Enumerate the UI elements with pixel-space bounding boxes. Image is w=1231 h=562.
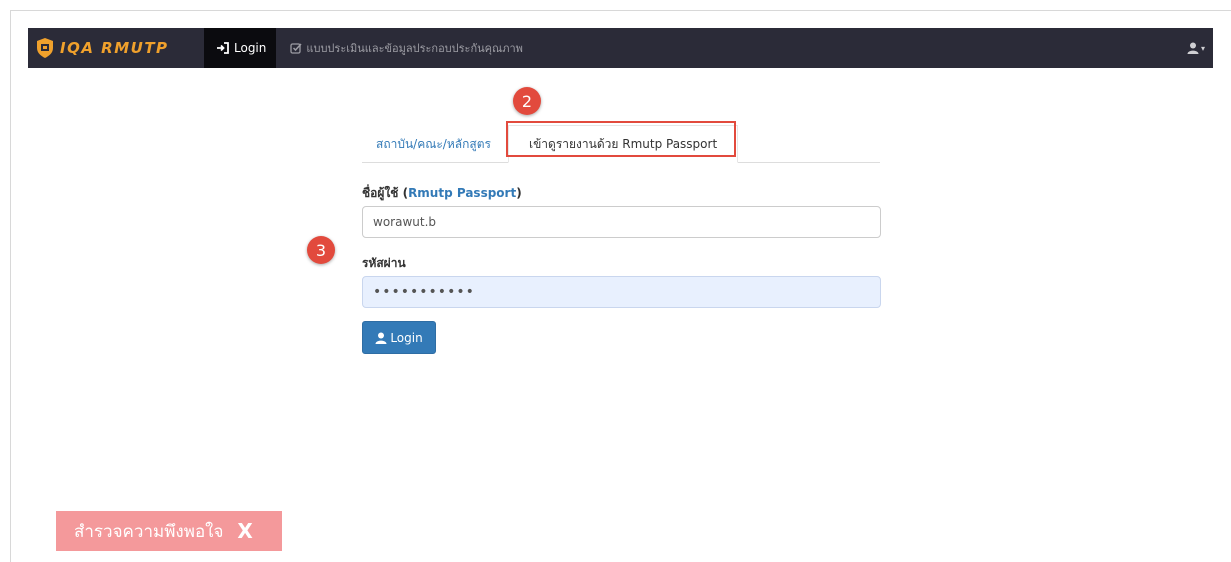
step-3-badge: 3	[307, 236, 335, 264]
tab-institution[interactable]: สถาบัน/คณะ/หลักสูตร	[376, 135, 491, 154]
username-label: ชื่อผู้ใช้ (Rmutp Passport)	[362, 184, 522, 203]
login-tabs: สถาบัน/คณะ/หลักสูตร เข้าดูรายงานด้วย Rmu…	[362, 125, 880, 163]
username-label-suffix: )	[516, 186, 522, 200]
login-button[interactable]: Login	[362, 321, 436, 354]
brand-name: IQA RMUTP	[60, 39, 169, 57]
sign-in-icon	[217, 42, 229, 54]
username-label-prefix: ชื่อผู้ใช้ (	[362, 186, 409, 200]
satisfaction-survey-bar[interactable]: สำรวจความพึงพอใจ X	[56, 511, 282, 551]
username-input[interactable]: worawut.b	[362, 206, 881, 238]
user-menu[interactable]: ▾	[1187, 28, 1205, 68]
step-2-badge: 2	[513, 87, 541, 115]
password-value: •••••••••••	[373, 284, 475, 300]
brand[interactable]: IQA RMUTP	[28, 28, 204, 68]
user-icon	[375, 332, 387, 344]
password-input[interactable]: •••••••••••	[362, 276, 881, 308]
user-icon	[1187, 42, 1199, 54]
close-icon[interactable]: X	[237, 519, 252, 543]
username-value: worawut.b	[373, 215, 436, 229]
shield-logo-icon	[37, 38, 53, 58]
chevron-down-icon: ▾	[1200, 43, 1205, 53]
navbar: IQA RMUTP Login แบบประเมินและข้อมูลประกอ…	[28, 28, 1213, 68]
nav-login-label: Login	[234, 41, 267, 55]
password-label: รหัสผ่าน	[362, 256, 406, 270]
tab-rmutp-passport[interactable]: เข้าดูรายงานด้วย Rmutp Passport	[508, 125, 739, 163]
nav-assessment-label: แบบประเมินและข้อมูลประกอบประกันคุณภาพ	[306, 42, 523, 55]
login-button-label: Login	[390, 330, 423, 345]
survey-label: สำรวจความพึงพอใจ	[74, 521, 224, 542]
nav-login-link[interactable]: Login	[204, 28, 277, 68]
nav-assessment-link[interactable]: แบบประเมินและข้อมูลประกอบประกันคุณภาพ	[276, 28, 523, 68]
check-square-icon	[290, 43, 302, 54]
username-label-link: Rmutp Passport	[408, 186, 517, 200]
